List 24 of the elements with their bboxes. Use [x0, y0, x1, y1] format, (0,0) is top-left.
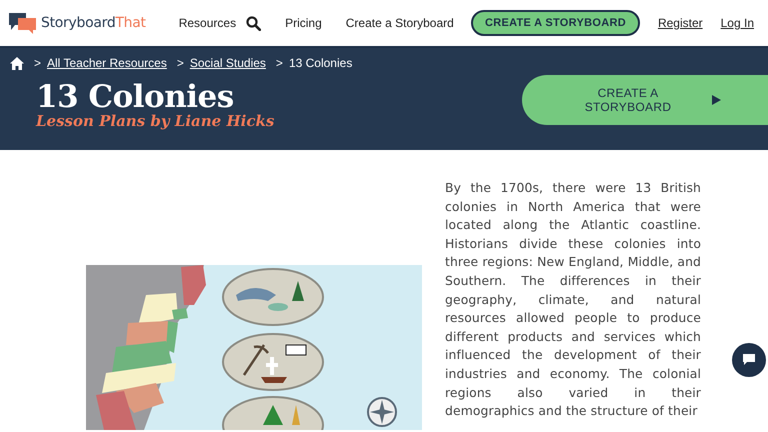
account-link[interactable]: Register	[658, 16, 703, 30]
home-icon[interactable]	[10, 56, 24, 70]
breadcrumb-separator: >	[176, 56, 184, 70]
create-storyboard-button[interactable]: CREATE A STORYBOARD	[522, 75, 768, 125]
breadcrumb-link[interactable]: Social Studies	[190, 56, 266, 70]
chat-button[interactable]	[732, 343, 766, 377]
search-icon[interactable]	[246, 16, 262, 30]
nav-link[interactable]: Resources	[178, 16, 236, 30]
intro-paragraph: By the 1700s, there were 13 British colonies in North America that were located along the Atlantic coastline. Historians divide these colonies into three regions: New England, Middle, and Southern. The differences in their geography, climate, and natural resources allowed people to produce different products and services which influenced the development of their industries and economy. The colonial regions also varied in their demographics and the structure of their	[445, 179, 701, 420]
page-subtitle: Lesson Plans by Liane Hicks	[36, 112, 276, 130]
nav-link[interactable]: Create a Storyboard	[346, 16, 454, 30]
nav-link[interactable]: Pricing	[285, 16, 322, 30]
page-title: 13 Colonies	[36, 78, 234, 115]
breadcrumb-separator: >	[34, 56, 42, 70]
logo[interactable]: StoryboardThat	[8, 11, 146, 35]
play-icon	[711, 95, 721, 105]
create-storyboard-button[interactable]: CREATE A STORYBOARD	[470, 10, 640, 36]
chat-icon	[741, 353, 757, 367]
breadcrumb-link[interactable]: All Teacher Resources	[47, 56, 167, 70]
breadcrumb-separator: >	[276, 56, 283, 70]
account-link[interactable]: Log In	[720, 16, 754, 30]
breadcrumb-current: 13 Colonies	[288, 56, 352, 70]
speech-bubbles-icon	[8, 11, 38, 35]
logo-text: StoryboardThat	[41, 15, 146, 31]
